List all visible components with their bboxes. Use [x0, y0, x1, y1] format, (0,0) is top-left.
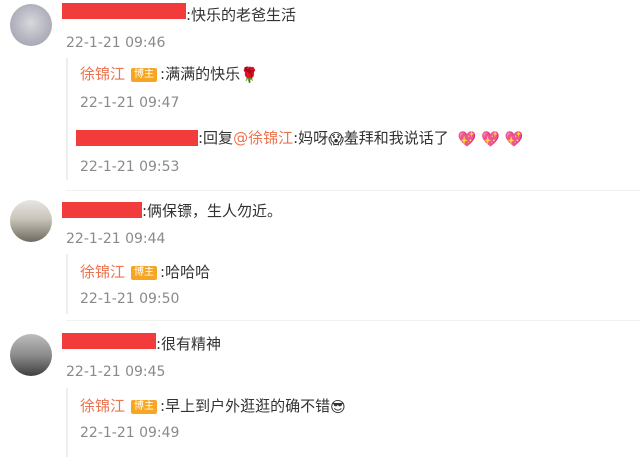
- reply-text: :哈哈哈: [160, 263, 211, 281]
- sparkling-heart-icon: 💖 💖 💖: [457, 130, 524, 148]
- reply-text: :满满的快乐: [160, 65, 241, 83]
- comment-time: 22-1-21 09:46: [66, 35, 166, 51]
- blogger-badge: 博主: [131, 266, 158, 280]
- comment-text: :俩保镖，生人勿近。: [142, 202, 283, 220]
- reply-time: 22-1-21 09:50: [80, 291, 180, 307]
- comment-time: 22-1-21 09:44: [66, 231, 166, 247]
- reply-thread: 徐锦江 博主:早上到户外逛逛的确不错😎 22-1-21 09:49: [66, 388, 640, 457]
- blogger-badge: 博主: [131, 68, 158, 82]
- reply-item: :回复@徐锦江:妈呀😱羞拜和我说话了 💖 💖 💖: [198, 128, 523, 149]
- scared-face-icon: 😱: [328, 130, 344, 148]
- reply-thread: 徐锦江 博主:哈哈哈 22-1-21 09:50: [66, 254, 640, 314]
- reply-time: 22-1-21 09:47: [80, 95, 180, 111]
- reply-author[interactable]: 徐锦江: [80, 397, 125, 415]
- reply-item: 徐锦江 博主:哈哈哈: [80, 262, 210, 282]
- reply-author[interactable]: 徐锦江: [80, 263, 125, 281]
- reply-text-continued: 羞拜和我说话了: [343, 129, 449, 147]
- sunglasses-face-icon: 😎: [330, 398, 346, 416]
- reply-time: 22-1-21 09:49: [80, 425, 180, 441]
- reply-text: :妈呀: [293, 129, 329, 147]
- avatar[interactable]: [10, 4, 52, 46]
- redacted-username: [76, 130, 198, 146]
- divider: [66, 320, 640, 321]
- reply-item: 徐锦江 博主:满满的快乐🌹: [80, 64, 259, 85]
- comment-feed: :快乐的老爸生活 22-1-21 09:46 徐锦江 博主:满满的快乐🌹 22-1…: [0, 0, 640, 457]
- comment-text: :快乐的老爸生活: [186, 6, 297, 24]
- mention-link[interactable]: @徐锦江: [233, 129, 293, 147]
- reply-prefix: :回复: [198, 129, 234, 147]
- reply-text: :早上到户外逛逛的确不错: [160, 397, 331, 415]
- divider: [66, 190, 640, 191]
- redacted-username: [62, 202, 142, 218]
- redacted-username: [62, 3, 186, 19]
- avatar[interactable]: [10, 334, 52, 376]
- reply-time: 22-1-21 09:53: [80, 159, 180, 175]
- avatar[interactable]: [10, 200, 52, 242]
- blogger-badge: 博主: [131, 400, 158, 414]
- rose-icon: 🌹: [240, 66, 259, 84]
- comment-text: :很有精神: [156, 335, 222, 353]
- reply-item: 徐锦江 博主:早上到户外逛逛的确不错😎: [80, 396, 346, 417]
- reply-author[interactable]: 徐锦江: [80, 65, 125, 83]
- comment-time: 22-1-21 09:45: [66, 364, 166, 380]
- redacted-username: [62, 333, 156, 349]
- reply-thread: 徐锦江 博主:满满的快乐🌹 22-1-21 09:47 :回复@徐锦江:妈呀😱羞拜…: [66, 58, 640, 180]
